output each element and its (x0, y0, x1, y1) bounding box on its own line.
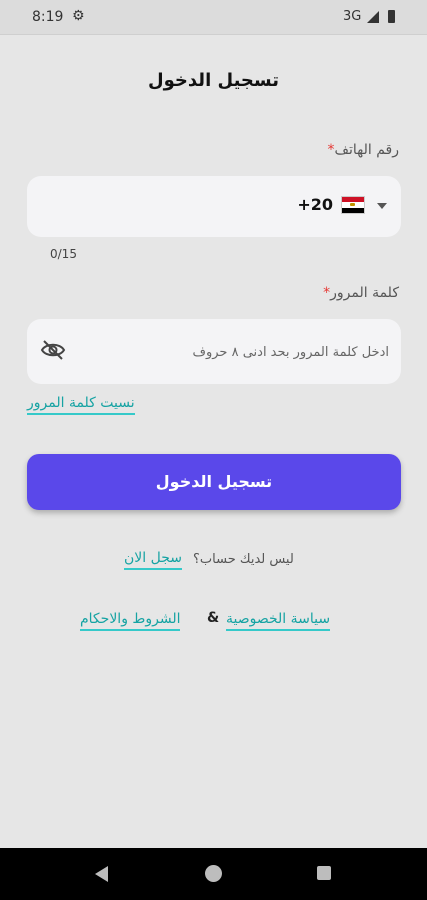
phone-counter: 0/15 (50, 247, 77, 261)
ampersand: & (207, 610, 220, 626)
password-input[interactable] (87, 319, 391, 386)
required-mark: * (327, 142, 335, 158)
egypt-flag-icon[interactable] (341, 196, 365, 214)
status-bar: 8:19 ⚙ 3G (0, 0, 427, 35)
forgot-password-link[interactable]: نسيت كلمة المرور (27, 394, 135, 415)
back-icon[interactable] (95, 866, 108, 882)
terms-link[interactable]: الشروط والاحكام (80, 610, 181, 631)
navigation-bar (0, 848, 427, 900)
chevron-down-icon[interactable] (377, 203, 387, 209)
page-title: تسجيل الدخول (148, 70, 279, 91)
status-time: 8:19 (32, 9, 64, 25)
password-label: كلمة المرور* (319, 285, 399, 301)
privacy-policy-link[interactable]: سياسة الخصوصية (226, 610, 331, 631)
phone-label: رقم الهاتف* (324, 142, 399, 158)
eye-off-icon[interactable] (40, 339, 66, 361)
network-type: 3G (343, 9, 362, 24)
recents-icon[interactable] (317, 866, 331, 880)
battery-icon (388, 10, 395, 23)
phone-field[interactable]: +20 (27, 176, 401, 237)
password-field[interactable] (27, 319, 401, 386)
home-icon[interactable] (205, 865, 222, 882)
signal-icon (367, 11, 379, 23)
register-link[interactable]: سجل الان (124, 549, 182, 570)
country-code[interactable]: +20 (297, 195, 333, 214)
no-account-text: ليس لديك حساب؟ (193, 552, 294, 567)
password-label-text: كلمة المرور (330, 285, 399, 301)
phone-label-text: رقم الهاتف (334, 142, 399, 158)
settings-icon: ⚙ (72, 8, 85, 24)
login-button[interactable]: تسجيل الدخول (27, 454, 401, 510)
